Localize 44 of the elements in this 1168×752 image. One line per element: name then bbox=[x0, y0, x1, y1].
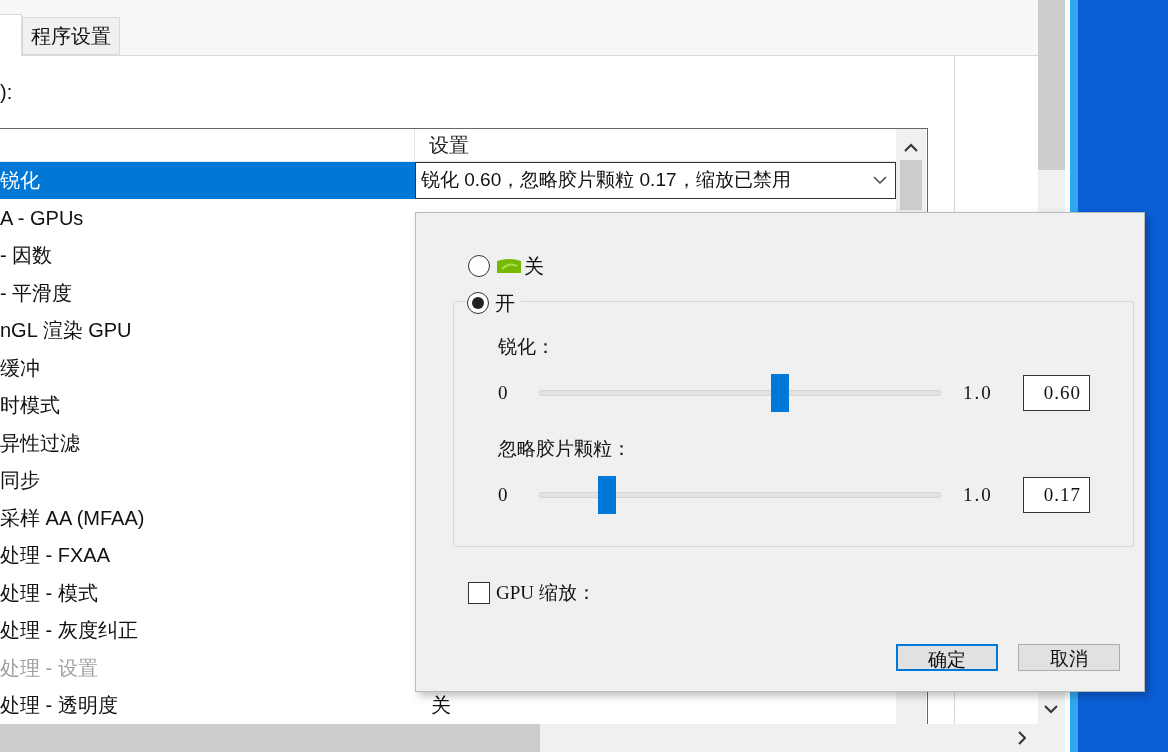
slider[interactable] bbox=[539, 476, 941, 514]
dropdown[interactable]: 锐化 0.60，忽略胶片颗粒 0.17，缩放已禁用 bbox=[415, 161, 896, 199]
table-cell[interactable]: 锐化 bbox=[0, 161, 415, 199]
table-cell[interactable]: nGL 渲染 GPU bbox=[0, 311, 415, 349]
slider-thumb[interactable] bbox=[771, 374, 790, 412]
slider-label: 锐化： bbox=[498, 334, 556, 359]
slider-thumb[interactable] bbox=[598, 476, 617, 514]
min-label: 0 bbox=[498, 482, 509, 507]
table-cell[interactable]: 时模式 bbox=[0, 386, 415, 424]
scrollbar-thumb[interactable] bbox=[1038, 0, 1065, 170]
max-label: 1.0 bbox=[963, 482, 994, 507]
slider-label: 忽略胶片颗粒： bbox=[498, 436, 632, 461]
list-label: ): bbox=[0, 80, 13, 105]
table-cell[interactable]: A - GPUs bbox=[0, 199, 415, 237]
checkbox-label[interactable]: GPU 缩放： bbox=[496, 579, 596, 608]
dialog-button[interactable]: 取消 bbox=[1018, 643, 1120, 671]
selected-row[interactable]: 锐化 锐化 0.60，忽略胶片颗粒 0.17，缩放已禁用 bbox=[0, 161, 896, 199]
tab[interactable]: 程序设置 bbox=[22, 17, 120, 55]
dialog-button[interactable]: 确定 bbox=[896, 643, 998, 671]
min-label: 0 bbox=[498, 380, 509, 405]
value-field[interactable]: 0.60 bbox=[1023, 375, 1090, 411]
max-label: 1.0 bbox=[963, 380, 994, 405]
scrollbar-thumb[interactable] bbox=[0, 724, 540, 752]
checkbox[interactable] bbox=[468, 582, 490, 605]
table-cell[interactable]: 同步 bbox=[0, 461, 415, 499]
radio-button[interactable] bbox=[467, 292, 489, 314]
radio-button[interactable] bbox=[468, 255, 490, 277]
table-cell[interactable]: 处理 - 模式 bbox=[0, 574, 415, 612]
scrollbar-thumb[interactable] bbox=[900, 160, 922, 210]
chevron-icon bbox=[873, 175, 887, 185]
table-cell-text: 关 bbox=[430, 693, 451, 719]
value-field[interactable]: 0.17 bbox=[1023, 477, 1090, 513]
table-cell[interactable]: 异性过滤 bbox=[0, 424, 415, 462]
table-cell[interactable]: 处理 - FXAA bbox=[0, 536, 415, 574]
slider[interactable] bbox=[539, 374, 941, 412]
table-cell[interactable]: - 因数 bbox=[0, 236, 415, 274]
table-cell[interactable]: - 平滑度 bbox=[0, 274, 415, 312]
table-cell[interactable]: 处理 - 透明度 bbox=[0, 686, 415, 724]
table-cell[interactable]: 缓冲 bbox=[0, 349, 415, 387]
option-label[interactable]: 关 bbox=[524, 251, 544, 281]
column-header: 设置 bbox=[428, 132, 469, 158]
table-cell[interactable]: 采样 AA (MFAA) bbox=[0, 499, 415, 537]
horizontal-scrollbar[interactable] bbox=[0, 724, 1038, 752]
table-cell[interactable]: 处理 - 灰度纠正 bbox=[0, 611, 415, 649]
